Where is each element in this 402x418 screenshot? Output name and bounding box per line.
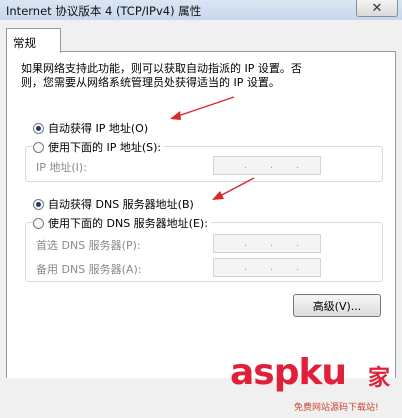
watermark-tagline: 免费网站源码下载站! [294,403,379,413]
site-watermark: aspku 家 免费网站源码下载站! [202,346,402,418]
watermark-logo: aspku [230,352,347,393]
tab-general-label: 常规 [13,36,36,50]
arrow-to-auto-dns [212,177,255,200]
arrow-to-auto-ip [170,96,235,120]
watermark-cn: 家 [368,366,391,391]
tab-general[interactable]: 常规 [6,28,61,53]
